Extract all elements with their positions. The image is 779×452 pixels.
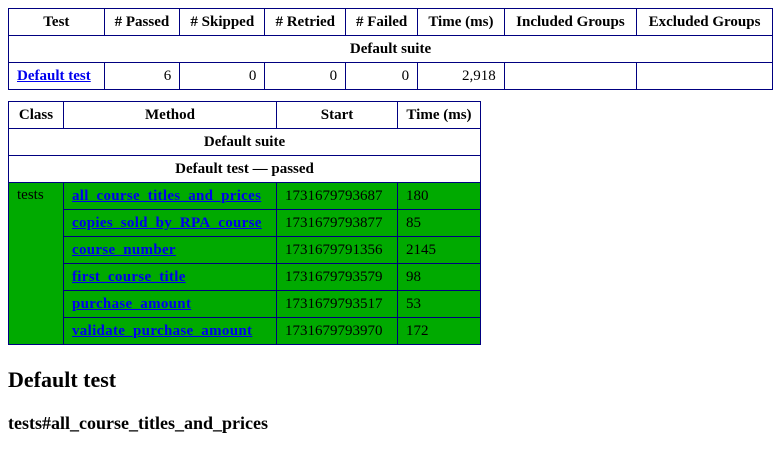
methods-header-row: Class Method Start Time (ms) [8,101,481,129]
table-row: first_course_title 1731679793579 98 [9,263,481,291]
summary-test-row: Default test 6 0 0 0 2,918 [8,62,773,90]
method-cell: first_course_title [63,263,277,291]
start-cell: 1731679793687 [276,182,398,210]
table-row: course_number 1731679791356 2145 [9,236,481,264]
test-status-banner: Default test — passed [8,155,481,183]
included-groups [503,62,638,90]
start-cell: 1731679793970 [276,317,398,345]
method-title: tests#all_course_titles_and_prices [8,413,268,433]
skipped-count: 0 [179,62,266,90]
methods-suite-row: Default suite [8,128,481,156]
method-cell: course_number [63,236,277,264]
time-cell: 53 [397,290,481,318]
start-cell: 1731679791356 [276,236,398,264]
method-link[interactable]: validate_purchase_amount [72,323,252,339]
table-row: validate_purchase_amount 1731679793970 1… [9,317,481,345]
excluded-groups [636,62,773,90]
passed-count: 6 [103,62,181,90]
retried-count: 0 [264,62,347,90]
method-link[interactable]: first_course_title [72,269,186,285]
summary-header-row: Test # Passed # Skipped # Retried # Fail… [8,8,773,36]
table-row: purchase_amount 1731679793517 53 [9,290,481,318]
total-time: 2,918 [417,62,505,90]
suite-name: Default suite [8,35,773,63]
suite-summary-table: Test # Passed # Skipped # Retried # Fail… [8,8,773,90]
method-cell: validate_purchase_amount [63,317,277,345]
header-included-groups: Included Groups [503,8,638,36]
header-method: Method [63,101,277,129]
time-cell: 98 [397,263,481,291]
start-cell: 1731679793877 [276,209,398,237]
method-link[interactable]: course_number [72,242,176,258]
time-cell: 2145 [397,236,481,264]
header-skipped: # Skipped [179,8,266,36]
start-cell: 1731679793517 [276,290,398,318]
start-cell: 1731679793579 [276,263,398,291]
header-test: Test [8,8,105,36]
section-title: Default test [8,367,117,392]
header-class: Class [8,101,64,129]
method-link[interactable]: copies_sold_by_RPA_course [72,215,262,231]
test-cell: Default test [8,62,105,90]
method-cell: purchase_amount [63,290,277,318]
failed-count: 0 [345,62,419,90]
method-link[interactable]: purchase_amount [72,296,191,312]
time-cell: 85 [397,209,481,237]
table-row: copies_sold_by_RPA_course 1731679793877 … [9,209,481,237]
header-retried: # Retried [264,8,347,36]
methods-table: Class Method Start Time (ms) Default sui… [8,101,481,345]
methods-suite-name: Default suite [8,128,481,156]
header-excluded-groups: Excluded Groups [636,8,773,36]
method-cell: all_course_titles_and_prices [63,182,277,210]
method-link[interactable]: all_course_titles_and_prices [72,188,261,204]
time-cell: 172 [397,317,481,345]
time-cell: 180 [397,182,481,210]
table-row: tests all_course_titles_and_prices 17316… [8,182,481,345]
header-start: Start [276,101,398,129]
methods-test-row: Default test — passed [8,155,481,183]
summary-suite-row: Default suite [8,35,773,63]
class-name: tests [8,182,64,345]
method-cell: copies_sold_by_RPA_course [63,209,277,237]
default-test-link[interactable]: Default test [17,68,91,84]
header-passed: # Passed [103,8,181,36]
header-method-time: Time (ms) [397,101,481,129]
header-failed: # Failed [345,8,419,36]
header-time: Time (ms) [417,8,505,36]
